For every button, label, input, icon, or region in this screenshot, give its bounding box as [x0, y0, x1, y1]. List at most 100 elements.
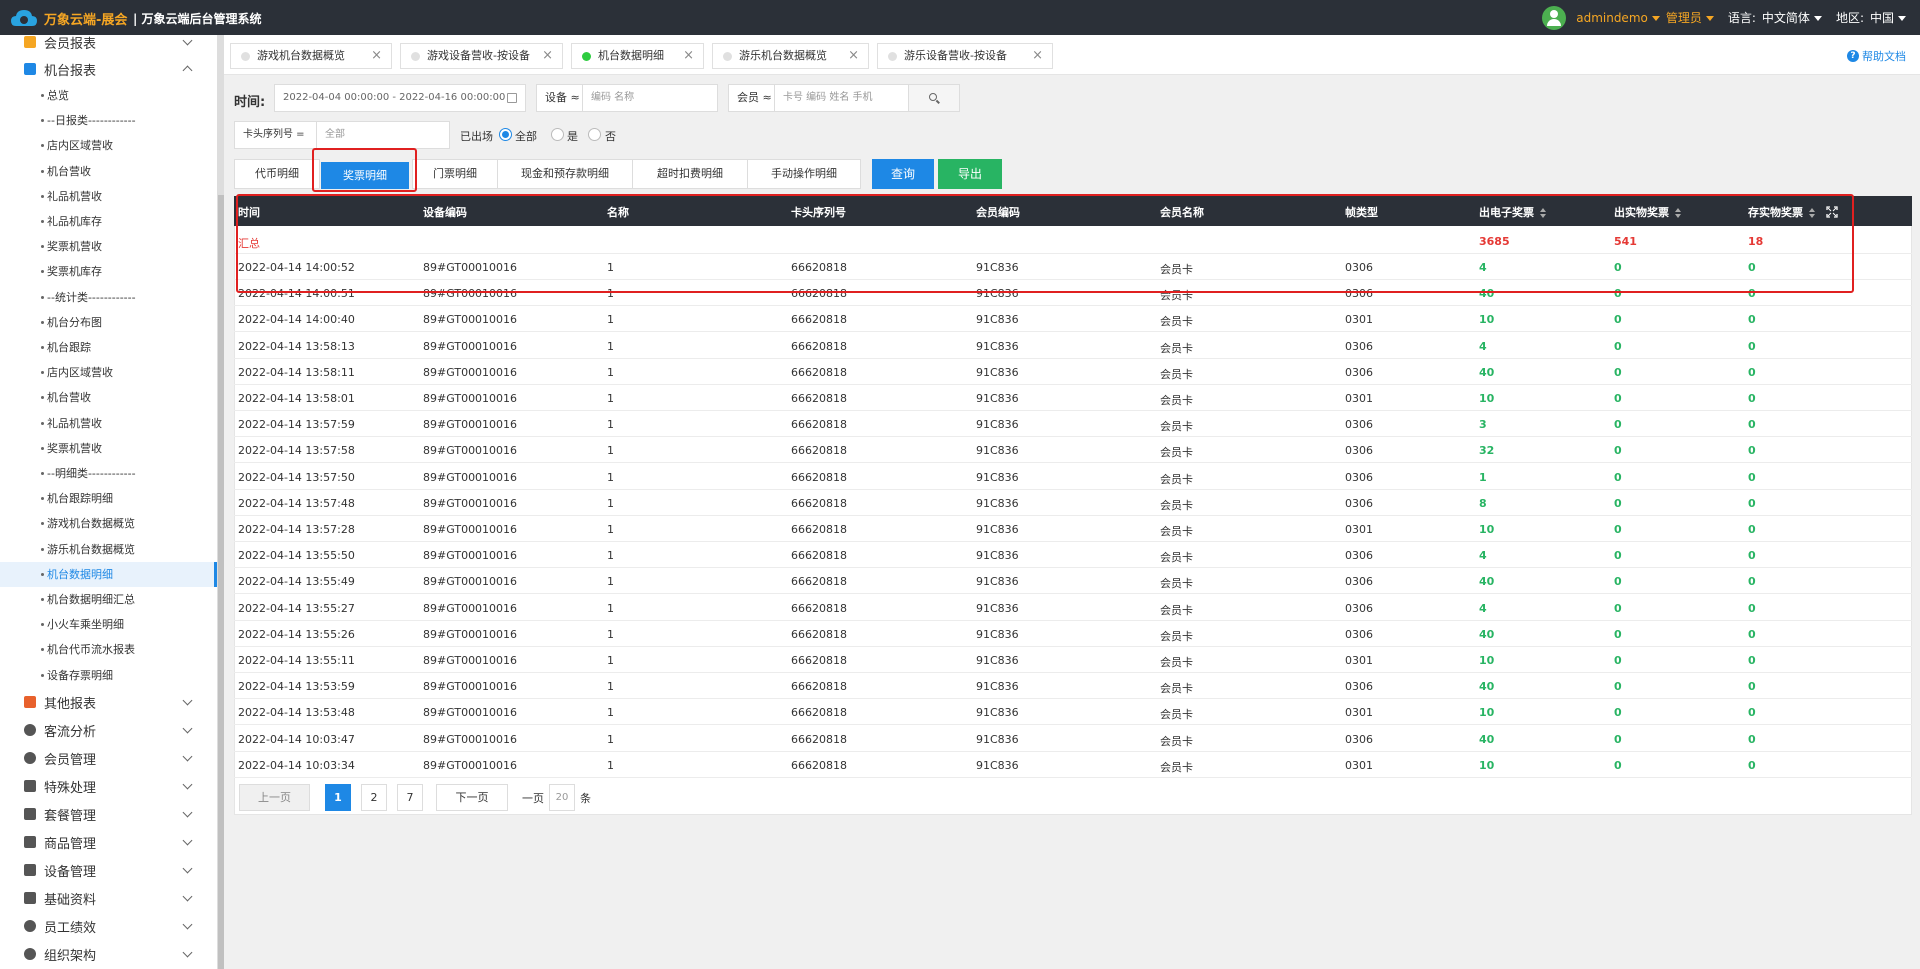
sidebar-item-16[interactable]: 机台跟踪明细 — [0, 486, 217, 511]
search-button[interactable] — [908, 84, 960, 112]
sidebar-item-10[interactable]: 机台跟踪 — [0, 335, 217, 360]
tab-2[interactable]: 机台数据明细 × — [571, 43, 704, 69]
avatar[interactable] — [1542, 5, 1567, 30]
sidebar-item-17[interactable]: 游戏机台数据概览 — [0, 511, 217, 536]
table-row[interactable]: 2022-04-14 13:58:11 89#GT00010016 1 6662081… — [234, 359, 1912, 385]
table-row[interactable]: 2022-04-14 13:58:13 89#GT00010016 1 6662081… — [234, 333, 1912, 359]
sidebar-group-8[interactable]: 设备管理 — [0, 856, 217, 884]
prev-page-button[interactable]: 上一页 — [239, 784, 310, 811]
sidebar-group-1[interactable]: 机台报表 — [0, 55, 217, 83]
sidebar-item-8[interactable]: --统计类------------ — [0, 285, 217, 310]
sidebar-item-12[interactable]: 机台营收 — [0, 385, 217, 410]
sidebar-item-14[interactable]: 奖票机营收 — [0, 436, 217, 461]
radio-no[interactable] — [588, 128, 601, 141]
sidebar-item-9[interactable]: 机台分布图 — [0, 310, 217, 335]
sidebar-group-10[interactable]: 员工绩效 — [0, 912, 217, 940]
help-link[interactable]: ? 帮助文档 — [1847, 48, 1906, 64]
sidebar-group-5[interactable]: 特殊处理 — [0, 772, 217, 800]
sidebar-item-7[interactable]: 奖票机库存 — [0, 259, 217, 284]
sort-icon[interactable] — [1809, 208, 1816, 218]
close-icon[interactable]: × — [848, 44, 859, 68]
sidebar-item-13[interactable]: 礼品机营收 — [0, 411, 217, 436]
table-row[interactable]: 2022-04-14 13:57:59 89#GT00010016 1 6662081… — [234, 411, 1912, 438]
sidebar-group-6[interactable]: 套餐管理 — [0, 800, 217, 828]
close-icon[interactable]: × — [683, 44, 694, 68]
table-row[interactable]: 2022-04-14 10:03:47 89#GT00010016 1 6662081… — [234, 726, 1912, 752]
category-tab-0[interactable]: 代币明细 — [234, 159, 320, 189]
page-size-input[interactable]: 20 — [549, 784, 575, 811]
member-search-input[interactable]: 卡号 编码 姓名 手机 — [774, 84, 910, 112]
table-row[interactable]: 2022-04-14 14:00:52 89#GT00010016 1 6662081… — [234, 254, 1912, 280]
table-row[interactable]: 2022-04-14 13:55:11 89#GT00010016 1 6662081… — [234, 647, 1912, 673]
tab-3[interactable]: 游乐机台数据概览 × — [712, 43, 869, 69]
sidebar-item-6[interactable]: 奖票机营收 — [0, 234, 217, 259]
tab-4[interactable]: 游乐设备营收-按设备 × — [877, 43, 1053, 69]
radio-all[interactable] — [499, 128, 512, 141]
sidebar-item-3[interactable]: 机台营收 — [0, 159, 217, 184]
close-icon[interactable]: × — [542, 44, 553, 68]
card-serial-filter-type[interactable]: 卡头序列号 = — [234, 121, 317, 149]
table-row[interactable]: 2022-04-14 10:03:34 89#GT00010016 1 6662081… — [234, 752, 1912, 778]
category-tab-2[interactable]: 门票明细 — [412, 159, 498, 189]
table-row[interactable]: 2022-04-14 13:58:01 89#GT00010016 1 6662081… — [234, 385, 1912, 411]
table-row[interactable]: 2022-04-14 13:55:26 89#GT00010016 1 6662081… — [234, 621, 1912, 647]
sidebar-item-1[interactable]: --日报类------------ — [0, 108, 217, 133]
user-menu[interactable]: admindemo — [1576, 11, 1660, 25]
page-button-7[interactable]: 7 — [397, 784, 423, 811]
table-row[interactable]: 2022-04-14 14:00:51 89#GT00010016 1 6662081… — [234, 280, 1912, 307]
table-row[interactable]: 2022-04-14 13:57:50 89#GT00010016 1 6662081… — [234, 464, 1912, 490]
radio-yes[interactable] — [551, 128, 564, 141]
role-menu[interactable]: 管理员 — [1666, 9, 1714, 26]
table-row[interactable]: 2022-04-14 13:57:48 89#GT00010016 1 6662081… — [234, 490, 1912, 516]
table-row[interactable]: 2022-04-14 13:55:50 89#GT00010016 1 6662081… — [234, 542, 1912, 569]
sidebar-group-7[interactable]: 商品管理 — [0, 828, 217, 856]
column-header-9[interactable]: 存实物奖票 — [1748, 204, 1816, 220]
sidebar-group-2[interactable]: 其他报表 — [0, 688, 217, 716]
table-row[interactable]: 2022-04-14 13:55:27 89#GT00010016 1 6662081… — [234, 595, 1912, 621]
table-row[interactable]: 2022-04-14 13:57:58 89#GT00010016 1 6662081… — [234, 437, 1912, 464]
sidebar-item-2[interactable]: 店内区域营收 — [0, 133, 217, 158]
category-tab-4[interactable]: 超时扣费明细 — [632, 159, 748, 189]
close-icon[interactable]: × — [1032, 44, 1043, 68]
category-tab-3[interactable]: 现金和预存款明细 — [497, 159, 633, 189]
tab-1[interactable]: 游戏设备营收-按设备 × — [400, 43, 563, 69]
sidebar-item-23[interactable]: 设备存票明细 — [0, 663, 217, 688]
sidebar-item-11[interactable]: 店内区域营收 — [0, 360, 217, 385]
page-button-2[interactable]: 2 — [361, 784, 387, 811]
sidebar-item-21[interactable]: 小火车乘坐明细 — [0, 612, 217, 637]
device-filter-type[interactable]: 设备 ≈ — [536, 84, 583, 112]
sidebar-item-18[interactable]: 游乐机台数据概览 — [0, 537, 217, 562]
sidebar-item-0[interactable]: 总览 — [0, 83, 217, 108]
member-filter-type[interactable]: 会员 ≈ — [728, 84, 775, 112]
sidebar-item-20[interactable]: 机台数据明细汇总 — [0, 587, 217, 612]
sidebar-item-5[interactable]: 礼品机库存 — [0, 209, 217, 234]
next-page-button[interactable]: 下一页 — [436, 784, 508, 811]
sidebar-group-0[interactable]: 会员报表 — [0, 35, 217, 56]
region-select[interactable]: 中国 — [1870, 9, 1906, 26]
sidebar-group-11[interactable]: 组织架构 — [0, 940, 217, 968]
sidebar-item-19[interactable]: 机台数据明细 — [0, 561, 217, 587]
close-icon[interactable]: × — [371, 44, 382, 68]
card-serial-input[interactable]: 全部 — [316, 121, 450, 149]
sort-icon[interactable] — [1675, 208, 1682, 218]
query-button[interactable]: 查询 — [872, 159, 934, 189]
sidebar-item-22[interactable]: 机台代币流水报表 — [0, 637, 217, 662]
column-header-7[interactable]: 出电子奖票 — [1479, 204, 1547, 220]
sidebar-item-4[interactable]: 礼品机营收 — [0, 184, 217, 209]
category-tab-5[interactable]: 手动操作明细 — [747, 159, 861, 189]
export-button[interactable]: 导出 — [938, 159, 1002, 189]
sidebar-scrollbar[interactable] — [218, 195, 224, 969]
table-row[interactable]: 2022-04-14 13:53:59 89#GT00010016 1 6662081… — [234, 673, 1912, 700]
page-button-1[interactable]: 1 — [325, 784, 351, 811]
sidebar-group-9[interactable]: 基础资料 — [0, 884, 217, 912]
table-row[interactable]: 2022-04-14 13:55:49 89#GT00010016 1 6662081… — [234, 568, 1912, 595]
fullscreen-icon[interactable] — [1826, 206, 1838, 218]
sidebar-group-3[interactable]: 客流分析 — [0, 716, 217, 744]
time-range-input[interactable]: 2022-04-04 00:00:00 - 2022-04-16 00:00:0… — [274, 84, 526, 112]
sort-icon[interactable] — [1540, 208, 1547, 218]
sidebar-item-15[interactable]: --明细类------------ — [0, 461, 217, 486]
table-row[interactable]: 2022-04-14 14:00:40 89#GT00010016 1 6662081… — [234, 306, 1912, 333]
language-select[interactable]: 中文简体 — [1762, 9, 1822, 26]
table-row[interactable]: 2022-04-14 13:57:28 89#GT00010016 1 6662081… — [234, 516, 1912, 542]
table-row[interactable]: 2022-04-14 13:53:48 89#GT00010016 1 6662081… — [234, 699, 1912, 726]
